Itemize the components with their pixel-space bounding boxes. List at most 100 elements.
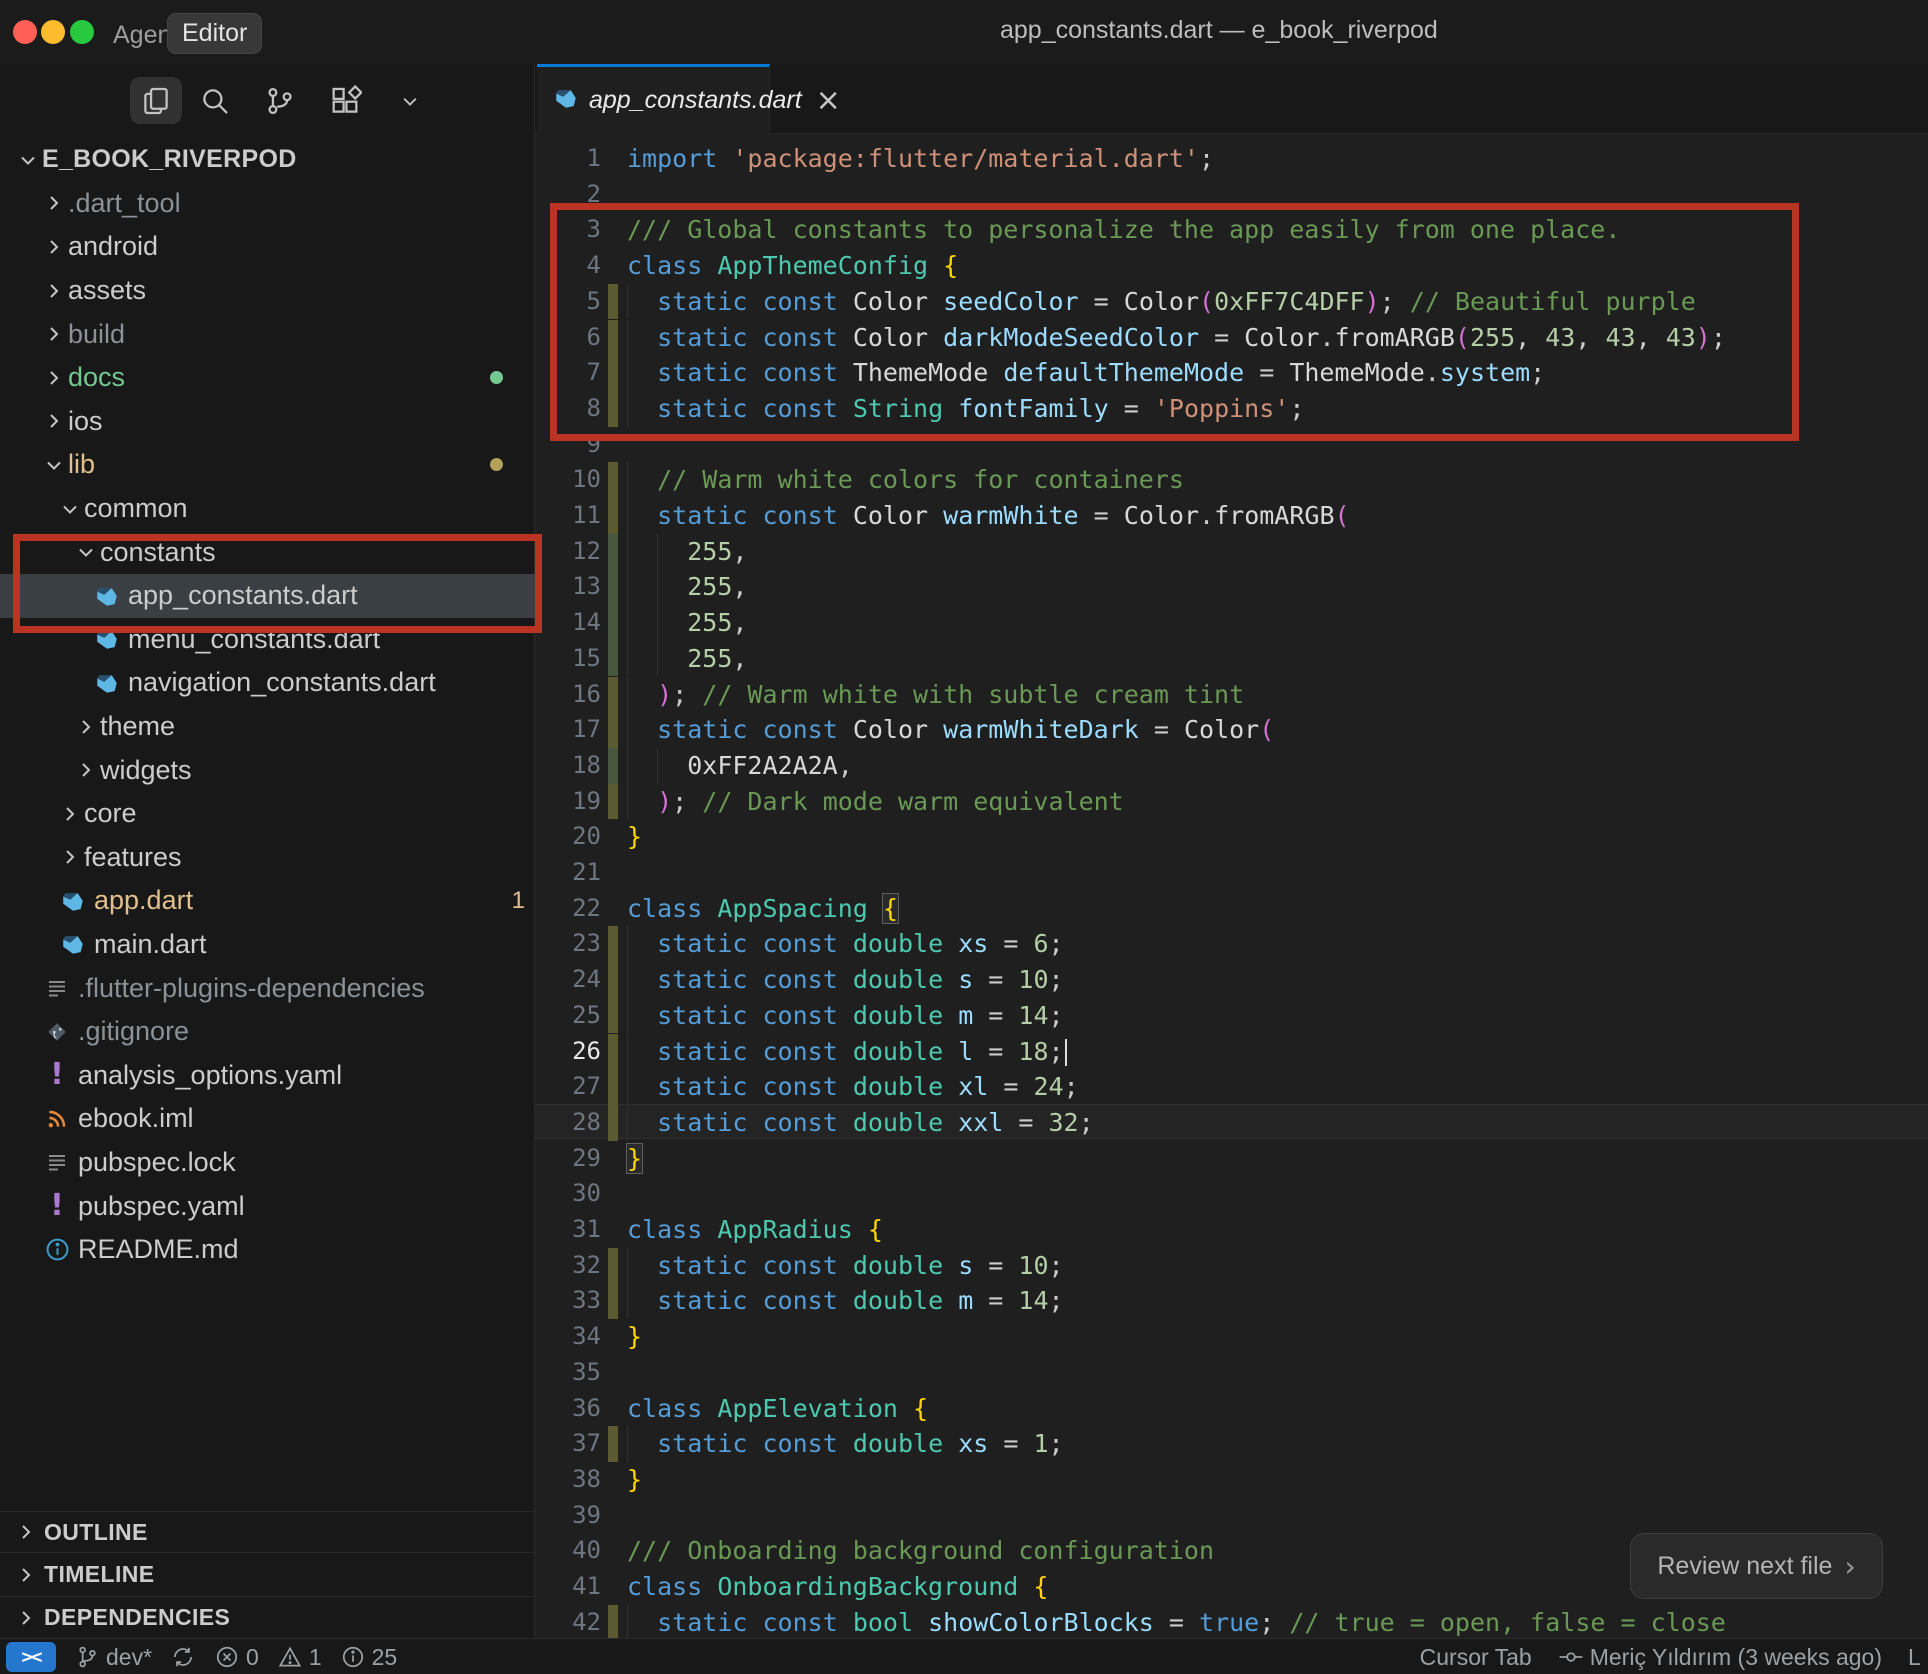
code-line-11[interactable]: 11 static const Color warmWhite = Color.… bbox=[535, 498, 1928, 534]
code-line-32[interactable]: 32 static const double s = 10; bbox=[535, 1248, 1928, 1284]
close-tab-icon[interactable]: × bbox=[816, 83, 841, 118]
code-line-31[interactable]: 31class AppRadius { bbox=[535, 1212, 1928, 1248]
gutter-change-bar bbox=[608, 784, 618, 820]
code-line-15[interactable]: 15 255, bbox=[535, 641, 1928, 677]
tree-item-assets[interactable]: assets bbox=[0, 269, 535, 313]
code-line-26[interactable]: 26 static const double l = 18; bbox=[535, 1034, 1928, 1070]
tree-item-widgets[interactable]: widgets bbox=[0, 748, 535, 792]
code-line-35[interactable]: 35 bbox=[535, 1355, 1928, 1391]
tree-item-app-dart[interactable]: app.dart1 bbox=[0, 879, 535, 923]
annotation-rectangle-code bbox=[550, 203, 1799, 441]
status-item-info-icon[interactable]: 25 bbox=[340, 1644, 398, 1671]
minimize-window-button[interactable] bbox=[41, 20, 65, 44]
tree-item-analysis-options-yaml[interactable]: !analysis_options.yaml bbox=[0, 1053, 535, 1097]
code-line-10[interactable]: 10 // Warm white colors for containers bbox=[535, 462, 1928, 498]
titlebar-tab-editor[interactable]: Editor bbox=[167, 13, 262, 54]
tree-item-label: pubspec.yaml bbox=[78, 1191, 245, 1222]
tree-item-build[interactable]: build bbox=[0, 312, 535, 356]
extensions-icon[interactable] bbox=[319, 77, 371, 124]
code-line-34[interactable]: 34} bbox=[535, 1319, 1928, 1355]
chevron-down-icon[interactable] bbox=[384, 77, 436, 124]
code-text: static const Color warmWhite = Color.fro… bbox=[627, 498, 1350, 534]
tree-item-label: README.md bbox=[78, 1234, 239, 1265]
tree-item-navigation-constants-dart[interactable]: navigation_constants.dart bbox=[0, 661, 535, 705]
review-next-file-button[interactable]: Review next file › bbox=[1630, 1533, 1883, 1599]
tree-item-common[interactable]: common bbox=[0, 487, 535, 531]
tree-item-theme[interactable]: theme bbox=[0, 705, 535, 749]
code-line-29[interactable]: 29} bbox=[535, 1141, 1928, 1177]
code-line-1[interactable]: 1import 'package:flutter/material.dart'; bbox=[535, 141, 1928, 177]
code-line-20[interactable]: 20} bbox=[535, 819, 1928, 855]
chevron-right-icon bbox=[40, 322, 68, 346]
tree-item-main-dart[interactable]: main.dart bbox=[0, 923, 535, 967]
tree-item-pubspec-lock[interactable]: pubspec.lock bbox=[0, 1141, 535, 1185]
tree-item-docs[interactable]: docs bbox=[0, 356, 535, 400]
section-dependencies[interactable]: DEPENDENCIES bbox=[0, 1596, 535, 1638]
tree-item-label: widgets bbox=[100, 755, 192, 786]
tree-item--flutter-plugins-dependencies[interactable]: .flutter-plugins-dependencies bbox=[0, 966, 535, 1010]
code-line-23[interactable]: 23 static const double xs = 6; bbox=[535, 926, 1928, 962]
maximize-window-button[interactable] bbox=[70, 20, 94, 44]
code-line-36[interactable]: 36class AppElevation { bbox=[535, 1391, 1928, 1427]
line-number: 38 bbox=[535, 1462, 601, 1498]
section-outline[interactable]: OUTLINE bbox=[0, 1511, 535, 1552]
tree-item-pubspec-yaml[interactable]: !pubspec.yaml bbox=[0, 1184, 535, 1228]
line-number: 32 bbox=[535, 1248, 601, 1284]
tree-item--gitignore[interactable]: .gitignore bbox=[0, 1010, 535, 1054]
tree-item-label: ios bbox=[68, 406, 103, 437]
code-line-12[interactable]: 12 255, bbox=[535, 534, 1928, 570]
code-line-14[interactable]: 14 255, bbox=[535, 605, 1928, 641]
status-item-l[interactable]: L bbox=[1908, 1644, 1924, 1671]
code-line-30[interactable]: 30 bbox=[535, 1176, 1928, 1212]
status-item-remote-icon[interactable]: >< bbox=[0, 1642, 56, 1672]
tree-item-readme-md[interactable]: README.md bbox=[0, 1228, 535, 1272]
code-line-27[interactable]: 27 static const double xl = 24; bbox=[535, 1069, 1928, 1105]
code-line-42[interactable]: 42 static const bool showColorBlocks = t… bbox=[535, 1605, 1928, 1638]
status-item-cursor-tab[interactable]: Cursor Tab bbox=[1420, 1644, 1532, 1671]
tab-app-constants[interactable]: app_constants.dart × bbox=[537, 64, 770, 134]
git-status-dot bbox=[490, 371, 503, 384]
tree-item-android[interactable]: android bbox=[0, 225, 535, 269]
source-control-icon[interactable] bbox=[254, 77, 306, 124]
tree-item-ios[interactable]: ios bbox=[0, 400, 535, 444]
files-icon[interactable] bbox=[130, 77, 182, 124]
tab-label: app_constants.dart bbox=[589, 86, 802, 115]
code-line-21[interactable]: 21 bbox=[535, 855, 1928, 891]
chevron-down-icon bbox=[40, 453, 68, 477]
line-number: 19 bbox=[535, 784, 601, 820]
code-text: static const double s = 10; bbox=[627, 1248, 1064, 1284]
code-line-24[interactable]: 24 static const double s = 10; bbox=[535, 962, 1928, 998]
code-line-39[interactable]: 39 bbox=[535, 1498, 1928, 1534]
tree-item-core[interactable]: core bbox=[0, 792, 535, 836]
status-item-sync-icon[interactable] bbox=[170, 1644, 196, 1670]
code-line-16[interactable]: 16 ); // Warm white with subtle cream ti… bbox=[535, 677, 1928, 713]
code-line-25[interactable]: 25 static const double m = 14; bbox=[535, 998, 1928, 1034]
code-line-28[interactable]: 28 static const double xxl = 32; bbox=[535, 1105, 1928, 1141]
tree-item-label: E_BOOK_RIVERPOD bbox=[42, 145, 297, 174]
explorer-sidebar: E_BOOK_RIVERPOD .dart_toolandroidassetsbu… bbox=[0, 64, 535, 1638]
remote-icon[interactable]: >< bbox=[6, 1642, 56, 1672]
code-line-22[interactable]: 22class AppSpacing { bbox=[535, 891, 1928, 927]
code-line-18[interactable]: 18 0xFF2A2A2A, bbox=[535, 748, 1928, 784]
tree-item-lib[interactable]: lib bbox=[0, 443, 535, 487]
section-timeline[interactable]: TIMELINE bbox=[0, 1552, 535, 1596]
gutter-change-bar bbox=[608, 462, 618, 498]
tree-item-features[interactable]: features bbox=[0, 836, 535, 880]
search-icon[interactable] bbox=[189, 77, 241, 124]
code-text: class AppElevation { bbox=[627, 1391, 928, 1427]
code-line-38[interactable]: 38} bbox=[535, 1462, 1928, 1498]
code-line-17[interactable]: 17 static const Color warmWhiteDark = Co… bbox=[535, 712, 1928, 748]
code-line-13[interactable]: 13 255, bbox=[535, 569, 1928, 605]
code-line-19[interactable]: 19 ); // Dark mode warm equivalent bbox=[535, 784, 1928, 820]
tree-item-e-book-riverpod[interactable]: E_BOOK_RIVERPOD bbox=[0, 138, 535, 182]
status-item-error-icon[interactable]: 0 bbox=[214, 1644, 259, 1671]
status-item-warning-icon[interactable]: 1 bbox=[277, 1644, 322, 1671]
tree-item-ebook-iml[interactable]: ebook.iml bbox=[0, 1097, 535, 1141]
tree-item--dart-tool[interactable]: .dart_tool bbox=[0, 182, 535, 226]
status-item-branch-icon[interactable]: dev* bbox=[74, 1644, 152, 1671]
code-line-37[interactable]: 37 static const double xs = 1; bbox=[535, 1426, 1928, 1462]
close-window-button[interactable] bbox=[13, 20, 37, 44]
status-item-commit-icon[interactable]: Meriç Yıldırım (3 weeks ago) bbox=[1558, 1644, 1882, 1671]
code-line-33[interactable]: 33 static const double m = 14; bbox=[535, 1283, 1928, 1319]
gutter-change-bar bbox=[608, 1105, 618, 1141]
